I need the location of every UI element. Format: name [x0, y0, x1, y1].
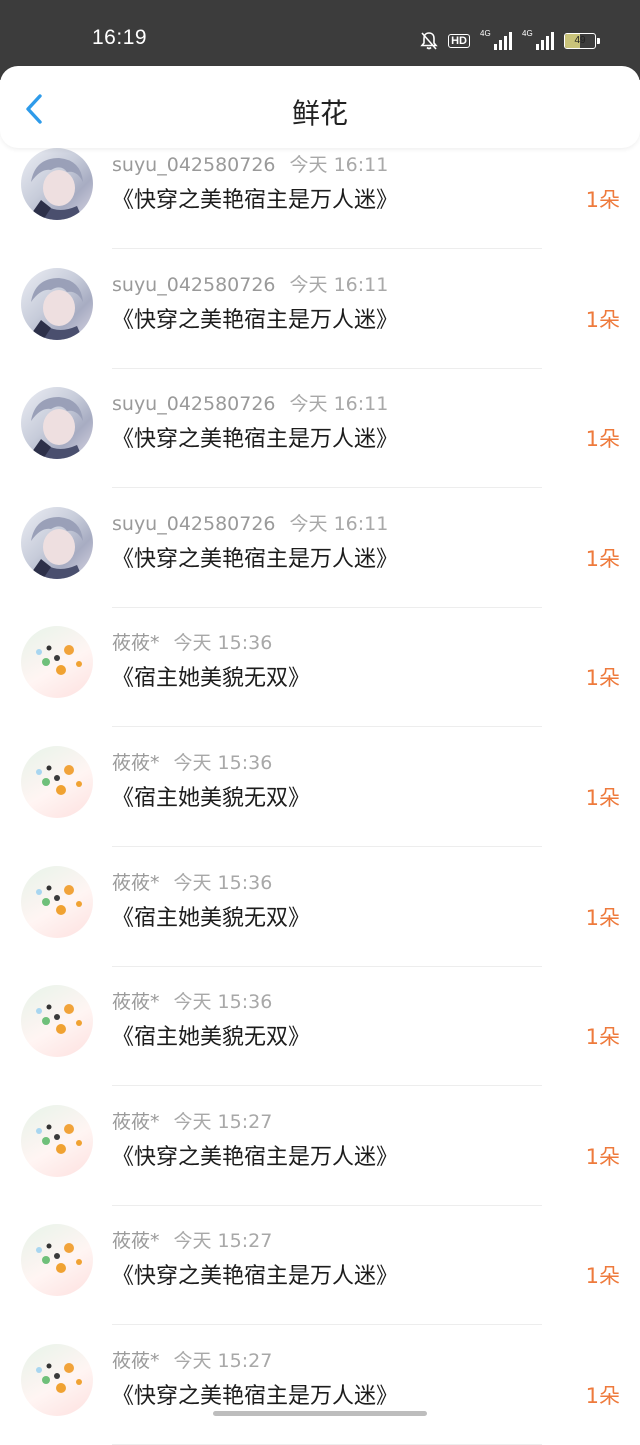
status-time: 16:19 — [92, 26, 148, 49]
username[interactable]: 莜莜* — [112, 991, 160, 1013]
battery-icon: 49 — [564, 33, 600, 49]
flower-count: 1朵 — [585, 307, 620, 332]
list-item[interactable]: 莜莜* 今天 15:27 《快穿之美艳宿主是万人迷》 1朵 — [0, 1087, 640, 1206]
book-title[interactable]: 《宿主她美貌无双》 — [112, 780, 310, 812]
username[interactable]: 莜莜* — [112, 872, 160, 894]
avatar[interactable] — [21, 1104, 93, 1177]
username[interactable]: 莜莜* — [112, 1111, 160, 1133]
item-meta: suyu_042580726 今天 16:11 — [112, 150, 388, 176]
avatar[interactable] — [21, 1344, 93, 1416]
item-meta: 莜莜* 今天 15:36 — [112, 628, 272, 654]
book-title[interactable]: 《宿主她美貌无双》 — [112, 900, 310, 932]
username[interactable]: 莜莜* — [112, 1230, 160, 1252]
item-meta: 莜莜* 今天 15:27 — [112, 1226, 272, 1252]
flower-count: 1朵 — [585, 546, 620, 571]
flower-count: 1朵 — [585, 1384, 620, 1408]
status-icons: HD 4G 4G 49 — [420, 28, 600, 54]
username[interactable]: 莜莜* — [112, 1350, 160, 1372]
avatar[interactable] — [21, 506, 93, 579]
flower-count: 1朵 — [585, 427, 620, 452]
avatar[interactable] — [21, 746, 93, 818]
book-title[interactable]: 《快穿之美艳宿主是万人迷》 — [112, 1139, 398, 1171]
item-meta: suyu_042580726 今天 16:11 — [112, 270, 388, 296]
signal-icon-1: 4G — [480, 29, 512, 50]
item-meta: suyu_042580726 今天 16:11 — [112, 509, 388, 535]
username[interactable]: suyu_042580726 — [112, 393, 276, 415]
timestamp: 今天 16:11 — [289, 273, 389, 296]
flower-count: 1朵 — [585, 188, 620, 212]
network-type-2: 4G — [522, 29, 533, 38]
list-item[interactable]: 莜莜* 今天 15:36 《宿主她美貌无双》 1朵 — [0, 728, 640, 847]
book-title[interactable]: 《快穿之美艳宿主是万人迷》 — [112, 182, 398, 214]
avatar[interactable] — [21, 1224, 93, 1297]
list-item[interactable]: 莜莜* 今天 15:36 《宿主她美貌无双》 1朵 — [0, 967, 640, 1087]
username[interactable]: suyu_042580726 — [112, 154, 276, 176]
home-indicator[interactable] — [213, 1411, 427, 1416]
list-item[interactable]: 莜莜* 今天 15:36 《宿主她美貌无双》 1朵 — [0, 848, 640, 967]
battery-level: 49 — [574, 35, 586, 46]
item-meta: 莜莜* 今天 15:27 — [112, 1346, 272, 1372]
timestamp: 今天 15:36 — [173, 871, 273, 894]
page-title: 鲜花 — [291, 97, 348, 130]
flower-count: 1朵 — [585, 666, 620, 691]
network-type-1: 4G — [480, 29, 491, 38]
timestamp: 今天 15:27 — [173, 1110, 273, 1133]
timestamp: 今天 15:27 — [173, 1350, 273, 1372]
flower-count: 1朵 — [585, 1264, 620, 1289]
list-item[interactable]: suyu_042580726 今天 16:11 《快穿之美艳宿主是万人迷》 1朵 — [0, 369, 640, 489]
list-item[interactable]: 莜莜* 今天 15:36 《宿主她美貌无双》 1朵 — [0, 608, 640, 728]
flower-count: 1朵 — [585, 1144, 620, 1169]
item-meta: 莜莜* 今天 15:36 — [112, 868, 272, 894]
book-title[interactable]: 《快穿之美艳宿主是万人迷》 — [112, 302, 398, 334]
item-meta: 莜莜* 今天 15:36 — [112, 748, 272, 774]
book-title[interactable]: 《宿主她美貌无双》 — [112, 660, 310, 692]
username[interactable]: 莜莜* — [112, 752, 160, 774]
book-title[interactable]: 《快穿之美艳宿主是万人迷》 — [112, 541, 398, 573]
book-title[interactable]: 《快穿之美艳宿主是万人迷》 — [112, 421, 398, 453]
list-item[interactable]: suyu_042580726 今天 16:11 《快穿之美艳宿主是万人迷》 1朵 — [0, 250, 640, 369]
timestamp: 今天 15:36 — [173, 632, 273, 655]
avatar[interactable] — [21, 387, 93, 460]
flower-count: 1朵 — [585, 786, 620, 810]
timestamp: 今天 15:36 — [173, 991, 273, 1014]
timestamp: 今天 16:11 — [289, 512, 389, 535]
book-title[interactable]: 《快穿之美艳宿主是万人迷》 — [112, 1258, 398, 1290]
item-meta: 莜莜* 今天 15:36 — [112, 987, 272, 1013]
book-title[interactable]: 《快穿之美艳宿主是万人迷》 — [112, 1378, 398, 1410]
flower-count: 1朵 — [585, 905, 620, 930]
flower-count: 1朵 — [585, 1025, 620, 1050]
hd-icon: HD — [448, 34, 470, 48]
timestamp: 今天 16:11 — [289, 393, 389, 416]
username[interactable]: suyu_042580726 — [112, 513, 276, 535]
timestamp: 今天 16:11 — [289, 154, 389, 176]
book-title[interactable]: 《宿主她美貌无双》 — [112, 1019, 310, 1051]
flower-list[interactable]: suyu_042580726 今天 16:11 《快穿之美艳宿主是万人迷》 1朵 suy… — [0, 0, 640, 1445]
list-item[interactable]: 莜莜* 今天 15:27 《快穿之美艳宿主是万人迷》 1朵 — [0, 1206, 640, 1326]
avatar[interactable] — [21, 626, 93, 699]
timestamp: 今天 15:36 — [173, 752, 273, 774]
timestamp: 今天 15:27 — [173, 1230, 273, 1253]
nav-header: 鲜花 — [0, 66, 640, 148]
avatar[interactable] — [21, 148, 93, 220]
avatar[interactable] — [21, 267, 93, 340]
list-item[interactable]: suyu_042580726 今天 16:11 《快穿之美艳宿主是万人迷》 1朵 — [0, 489, 640, 608]
item-meta: suyu_042580726 今天 16:11 — [112, 389, 388, 415]
username[interactable]: 莜莜* — [112, 632, 160, 654]
signal-icon-2: 4G — [522, 29, 554, 50]
username[interactable]: suyu_042580726 — [112, 274, 276, 296]
item-meta: 莜莜* 今天 15:27 — [112, 1107, 272, 1133]
list-item[interactable]: 莜莜* 今天 15:27 《快穿之美艳宿主是万人迷》 1朵 — [0, 1326, 640, 1445]
mute-bell-icon — [420, 31, 438, 51]
avatar[interactable] — [21, 985, 93, 1058]
avatar[interactable] — [21, 865, 93, 938]
